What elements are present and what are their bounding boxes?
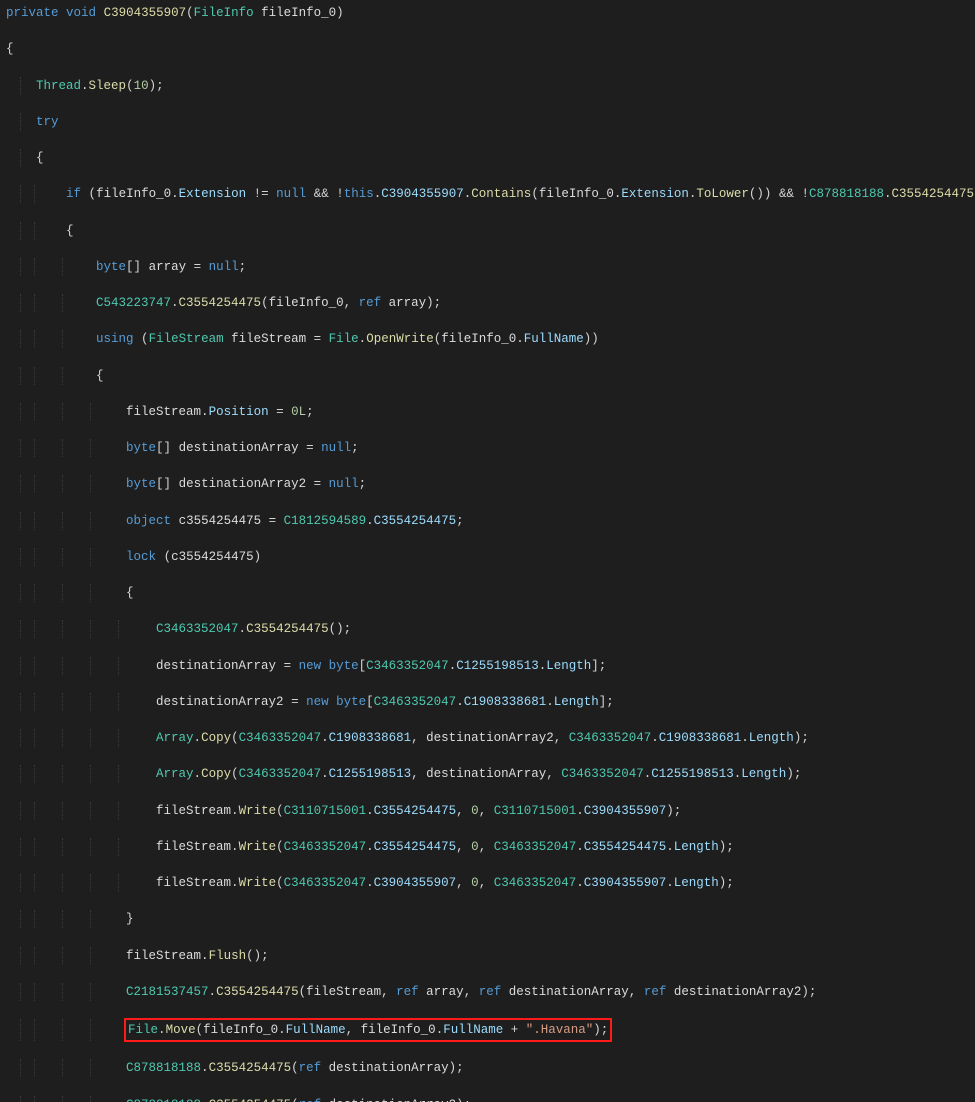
code-line: byte[] array = null; — [6, 258, 975, 276]
code-line: C878818188.C3554254475(ref destinationAr… — [6, 1059, 975, 1077]
code-line: fileStream.Write(C3463352047.C3904355907… — [6, 874, 975, 892]
code-line: fileStream.Write(C3110715001.C3554254475… — [6, 802, 975, 820]
code-line: { — [6, 40, 975, 58]
code-line: try — [6, 113, 975, 131]
code-line: { — [6, 149, 975, 167]
highlighted-line: File.Move(fileInfo_0.FullName, fileInfo_… — [6, 1019, 975, 1041]
code-line: C2181537457.C3554254475(fileStream, ref … — [6, 983, 975, 1001]
code-line: private void C3904355907(FileInfo fileIn… — [6, 4, 975, 22]
code-line: Array.Copy(C3463352047.C1255198513, dest… — [6, 765, 975, 783]
code-line: destinationArray2 = new byte[C3463352047… — [6, 693, 975, 711]
code-line: C878818188.C3554254475(ref destinationAr… — [6, 1096, 975, 1102]
code-line: byte[] destinationArray = null; — [6, 439, 975, 457]
code-line: { — [6, 584, 975, 602]
code-line: using (FileStream fileStream = File.Open… — [6, 330, 975, 348]
code-line: { — [6, 367, 975, 385]
code-line: lock (c3554254475) — [6, 548, 975, 566]
code-line: C3463352047.C3554254475(); — [6, 620, 975, 638]
code-editor[interactable]: private void C3904355907(FileInfo fileIn… — [6, 4, 975, 1102]
highlight-box: File.Move(fileInfo_0.FullName, fileInfo_… — [124, 1018, 612, 1042]
code-line: Thread.Sleep(10); — [6, 77, 975, 95]
code-line: if (fileInfo_0.Extension != null && !thi… — [6, 185, 975, 203]
code-line: destinationArray = new byte[C3463352047.… — [6, 657, 975, 675]
code-line: C543223747.C3554254475(fileInfo_0, ref a… — [6, 294, 975, 312]
code-line: } — [6, 910, 975, 928]
code-line: byte[] destinationArray2 = null; — [6, 475, 975, 493]
code-line: fileStream.Flush(); — [6, 947, 975, 965]
code-line: { — [6, 222, 975, 240]
code-line: fileStream.Write(C3463352047.C3554254475… — [6, 838, 975, 856]
code-line: fileStream.Position = 0L; — [6, 403, 975, 421]
code-line: Array.Copy(C3463352047.C1908338681, dest… — [6, 729, 975, 747]
code-line: object c3554254475 = C1812594589.C355425… — [6, 512, 975, 530]
